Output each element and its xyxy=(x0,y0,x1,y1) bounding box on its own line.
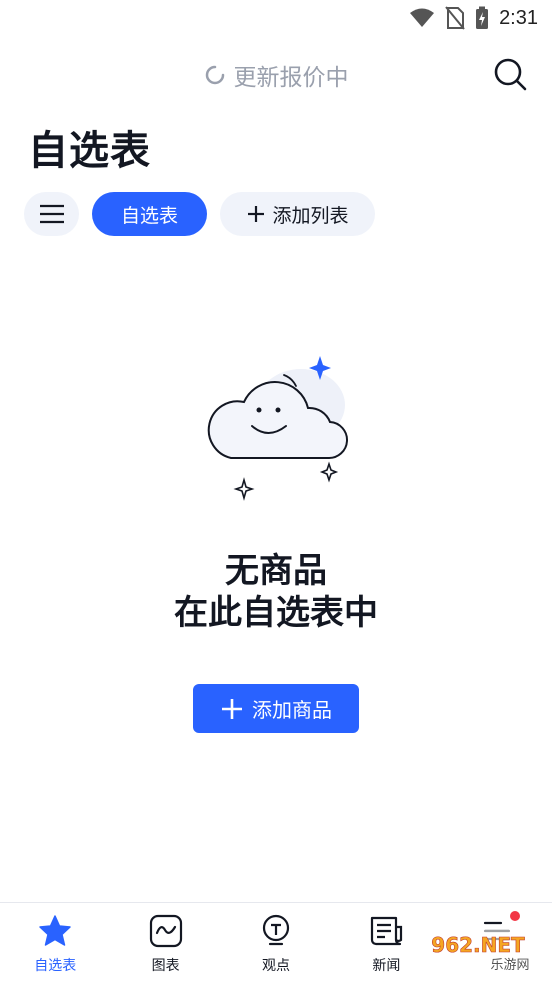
nav-label-news: 新闻 xyxy=(372,958,401,974)
add-list-label: 添加列表 xyxy=(272,204,349,227)
svg-text:962.NET: 962.NET xyxy=(431,933,525,957)
search-icon xyxy=(494,58,527,91)
nav-label-watchlist: 自选表 xyxy=(34,958,77,974)
watchlist-tab-active[interactable]: 自选表 xyxy=(92,192,207,236)
updating-status: 更新报价中 xyxy=(0,58,552,92)
empty-state-message: 无商品 在此自选表中 xyxy=(0,550,552,634)
status-icons: 2:31 xyxy=(409,6,538,30)
plus-icon xyxy=(222,698,242,719)
watchlist-chips: 自选表 添加列表 xyxy=(24,192,375,236)
star-icon xyxy=(39,915,71,946)
status-time: 2:31 xyxy=(499,6,538,29)
page-title: 自选表 xyxy=(28,128,151,174)
watchlist-tab-label: 自选表 xyxy=(120,204,178,227)
nav-item-ideas[interactable]: 观点 xyxy=(221,903,331,981)
add-symbol-label: 添加商品 xyxy=(252,698,332,722)
add-symbol-button[interactable]: 添加商品 xyxy=(193,684,359,733)
news-icon xyxy=(371,916,403,946)
chart-icon xyxy=(149,914,182,948)
empty-cloud-illustration xyxy=(207,356,349,501)
empty-state-line1: 无商品 xyxy=(225,551,327,591)
battery-charging-icon xyxy=(476,6,489,29)
nav-item-watchlist[interactable]: 自选表 xyxy=(0,903,110,981)
notification-badge xyxy=(509,911,520,921)
no-sim-icon xyxy=(445,6,465,30)
loading-spinner-icon xyxy=(205,65,224,85)
nav-label-chart: 图表 xyxy=(151,958,180,974)
empty-state-line2: 在此自选表中 xyxy=(174,593,378,633)
watchlist-menu-button[interactable] xyxy=(24,192,79,236)
updating-text: 更新报价中 xyxy=(233,65,349,91)
top-bar: 更新报价中 xyxy=(0,50,552,100)
search-button[interactable] xyxy=(492,56,528,92)
lightbulb-icon xyxy=(262,914,290,946)
nav-label-ideas: 观点 xyxy=(262,958,291,974)
add-list-button[interactable]: 添加列表 xyxy=(220,192,375,236)
nav-item-chart[interactable]: 图表 xyxy=(110,903,220,981)
svg-text:乐游网: 乐游网 xyxy=(490,958,529,973)
watermark-logo: 962.NET 乐游网 xyxy=(410,930,546,973)
plus-icon xyxy=(248,206,265,222)
status-bar: 2:31 xyxy=(0,0,552,38)
wifi-icon xyxy=(410,8,435,27)
hamburger-icon xyxy=(39,204,64,224)
